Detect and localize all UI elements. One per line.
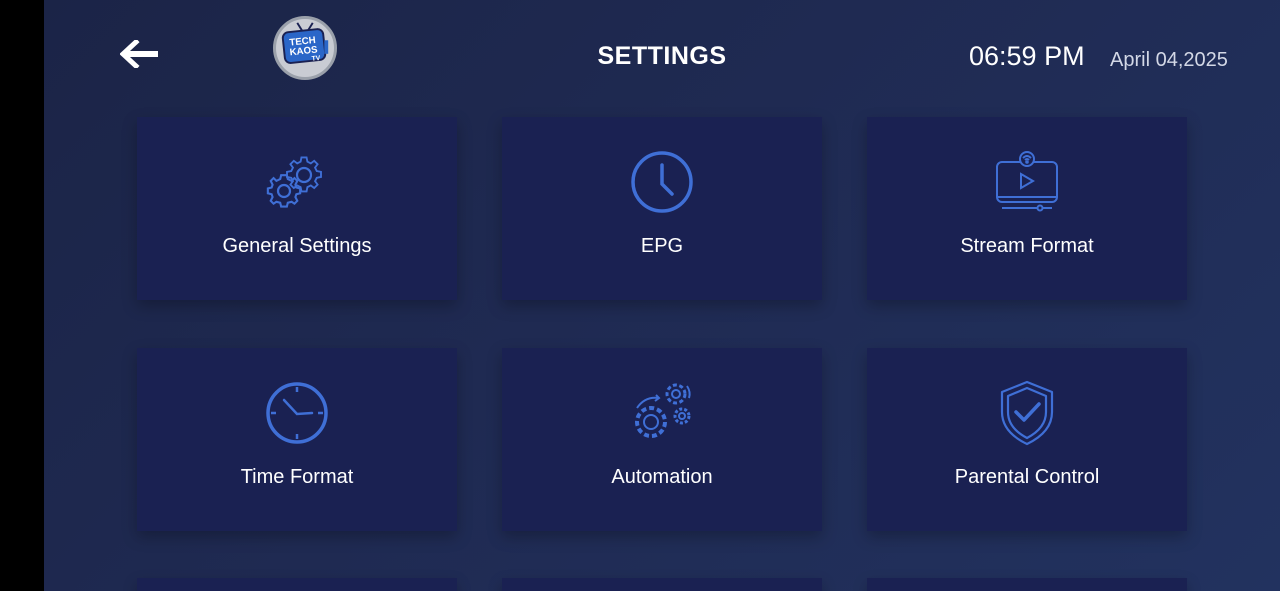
- tile-parental-control[interactable]: Parental Control: [867, 348, 1187, 531]
- page-title: SETTINGS: [597, 42, 727, 70]
- monitor-play-icon: [992, 147, 1062, 217]
- tile-label: Stream Format: [960, 235, 1094, 257]
- tile-partial[interactable]: [137, 578, 457, 591]
- clock-date: April 04,2025: [1110, 49, 1228, 71]
- tile-stream-format[interactable]: Stream Format: [867, 117, 1187, 300]
- gears-icon: [262, 147, 332, 217]
- tile-automation[interactable]: Automation: [502, 348, 822, 531]
- settings-screen: TECH KAOS TV SETTINGS 06:59 PM April 04,…: [44, 0, 1280, 591]
- time-icon: [262, 378, 332, 448]
- shield-check-icon: [992, 378, 1062, 448]
- tile-time-format[interactable]: Time Format: [137, 348, 457, 531]
- tile-label: Time Format: [240, 466, 354, 488]
- tile-label: General Settings: [222, 235, 372, 257]
- automation-gears-icon: [627, 378, 697, 448]
- tile-label: Parental Control: [954, 466, 1100, 488]
- tile-epg[interactable]: EPG: [502, 117, 822, 300]
- clock-time: 06:59 PM: [969, 41, 1085, 71]
- tile-partial[interactable]: [502, 578, 822, 591]
- tile-label: EPG: [640, 235, 684, 257]
- tile-partial[interactable]: [867, 578, 1187, 591]
- tile-general-settings[interactable]: General Settings: [137, 117, 457, 300]
- tile-label: Automation: [611, 466, 713, 488]
- clock-icon: [627, 147, 697, 217]
